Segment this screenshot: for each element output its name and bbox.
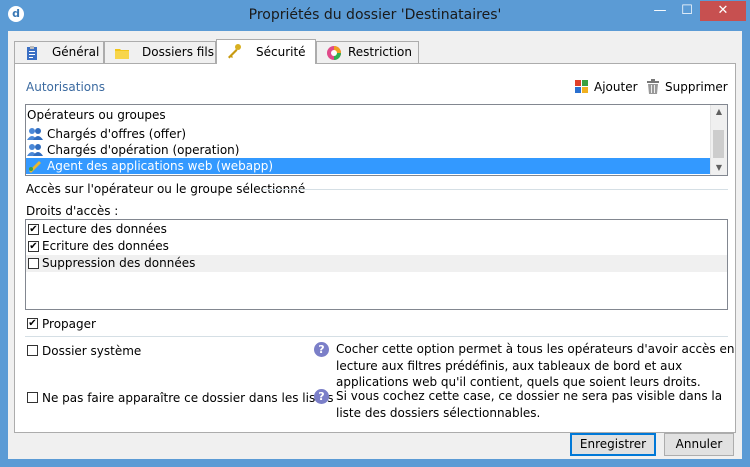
system-folder-checkbox[interactable] xyxy=(27,345,38,356)
maximize-button[interactable]: ☐ xyxy=(674,1,700,21)
folder-icon xyxy=(115,49,129,59)
group-icon xyxy=(27,128,43,140)
restriction-icon xyxy=(327,46,341,60)
window-title: Propriétés du dossier 'Destinataires' xyxy=(248,7,502,23)
list-header: Opérateurs ou groupes xyxy=(27,108,166,122)
right-label: Lecture des données xyxy=(42,222,167,236)
section-divider xyxy=(263,189,728,190)
scroll-down-icon[interactable]: ▼ xyxy=(711,161,727,175)
system-folder-help: Cocher cette option permet à tous les op… xyxy=(336,342,735,389)
clipboard-icon xyxy=(27,46,37,60)
help-icon: ? xyxy=(314,342,329,357)
rights-label: Droits d'accès : xyxy=(26,204,119,218)
propagate-checkbox[interactable]: ✔ xyxy=(27,318,38,329)
authorizations-label: Autorisations xyxy=(26,80,105,94)
operators-list[interactable]: Opérateurs ou groupes Chargés d'offres (… xyxy=(25,104,728,176)
list-item-label: Chargés d'opération (operation) xyxy=(47,143,240,157)
hide-folder-label: Ne pas faire apparaître ce dossier dans … xyxy=(42,391,334,405)
tab-security-label: Sécurité xyxy=(256,45,306,59)
cancel-button[interactable]: Annuler xyxy=(664,433,734,456)
save-button[interactable]: Enregistrer xyxy=(570,433,656,456)
right-row-delete[interactable]: Suppression des données xyxy=(26,255,727,272)
help-icon: ? xyxy=(314,389,329,404)
hide-folder-checkbox[interactable] xyxy=(27,392,38,403)
write-checkbox[interactable]: ✔ xyxy=(28,241,39,252)
remove-label: Supprimer xyxy=(665,80,728,94)
tab-general-label: Général xyxy=(52,45,100,59)
group-icon xyxy=(27,144,43,156)
rights-list: ✔ Lecture des données ✔ Ecriture des don… xyxy=(25,219,728,310)
read-checkbox[interactable]: ✔ xyxy=(28,224,39,235)
dialog-window: d Propriétés du dossier 'Destinataires' … xyxy=(0,0,750,467)
trash-icon xyxy=(647,79,659,94)
scroll-up-icon[interactable]: ▲ xyxy=(711,105,727,119)
add-label: Ajouter xyxy=(594,80,638,94)
options-divider xyxy=(25,336,728,337)
right-label: Suppression des données xyxy=(42,256,196,270)
dialog-body: Général Dossiers fils Sécurité Restricti… xyxy=(8,31,742,459)
right-row-read[interactable]: ✔ Lecture des données xyxy=(26,221,727,238)
tab-restriction[interactable]: Restriction xyxy=(316,41,419,63)
tab-subfolders[interactable]: Dossiers fils xyxy=(104,41,216,63)
key-icon xyxy=(228,44,241,59)
list-item[interactable]: Chargés d'opération (operation) xyxy=(26,142,714,158)
close-button[interactable]: ✕ xyxy=(700,1,746,21)
tab-general[interactable]: Général xyxy=(14,41,104,63)
list-scrollbar[interactable]: ▲ ▼ xyxy=(710,105,727,175)
remove-button[interactable]: Supprimer xyxy=(646,77,730,97)
tab-restriction-label: Restriction xyxy=(348,45,412,59)
hide-folder-help: Si vous cochez cette case, ce dossier ne… xyxy=(336,389,723,420)
tab-subfolders-label: Dossiers fils xyxy=(142,45,214,59)
propagate-label: Propager xyxy=(42,317,96,331)
list-item-label: Chargés d'offres (offer) xyxy=(47,127,187,141)
minimize-button[interactable]: — xyxy=(646,1,674,21)
add-button[interactable]: Ajouter xyxy=(575,77,645,97)
right-row-write[interactable]: ✔ Ecriture des données xyxy=(26,238,727,255)
tab-security[interactable]: Sécurité xyxy=(216,39,316,64)
list-item-label: Agent des applications web (webapp) xyxy=(47,159,274,173)
system-folder-label: Dossier système xyxy=(42,344,142,358)
right-label: Ecriture des données xyxy=(42,239,169,253)
add-user-icon xyxy=(575,80,588,93)
list-item-selected[interactable]: Agent des applications web (webapp) xyxy=(26,158,714,174)
agent-icon xyxy=(29,161,41,173)
title-bar[interactable]: d Propriétés du dossier 'Destinataires' … xyxy=(0,0,750,31)
list-item[interactable]: Chargés d'offres (offer) xyxy=(26,126,714,142)
scroll-thumb[interactable] xyxy=(713,130,724,158)
delete-checkbox[interactable] xyxy=(28,258,39,269)
